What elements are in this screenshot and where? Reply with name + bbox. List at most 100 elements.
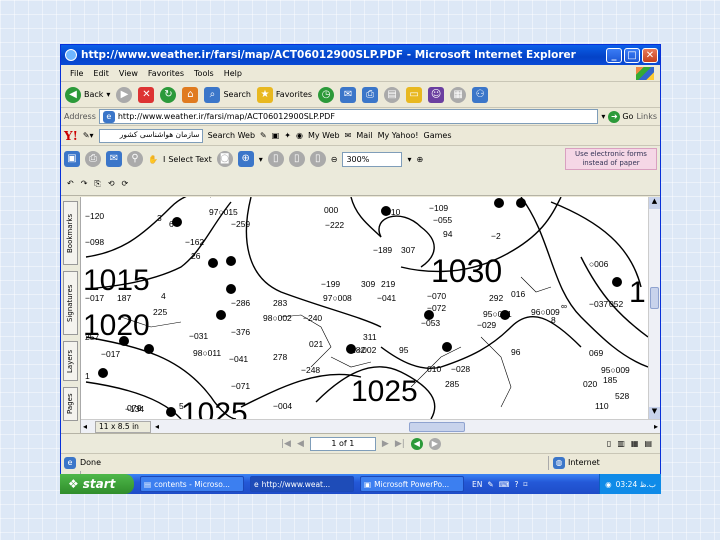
links-button[interactable]: Links xyxy=(636,112,657,121)
electronic-forms-banner[interactable]: Use electronic forms instead of paper xyxy=(565,148,657,170)
signatures-tab[interactable]: Signatures xyxy=(63,271,78,335)
pages-tab[interactable]: Pages xyxy=(63,387,78,421)
yahoo-mail-button[interactable]: Mail xyxy=(356,131,372,140)
horizontal-scroll-thumb[interactable] xyxy=(409,421,466,432)
powerpoint-icon: ▣ xyxy=(364,479,372,489)
home-button[interactable]: ⌂ xyxy=(182,86,199,103)
my-web-button[interactable]: My Web xyxy=(308,131,340,140)
scroll-up-button[interactable]: ▲ xyxy=(649,197,660,209)
pen-icon[interactable]: ✎ xyxy=(487,480,493,489)
copy-icon[interactable]: ⎘ xyxy=(94,179,100,189)
rotate-right-icon[interactable]: ⟳ xyxy=(122,179,129,188)
tray-icon[interactable]: ◉ xyxy=(605,480,612,489)
hand-tool-icon[interactable]: ✋ xyxy=(148,155,158,164)
menu-favorites[interactable]: Favorites xyxy=(143,69,189,78)
yahoo-messenger-button[interactable]: ☺ xyxy=(428,86,445,103)
language-indicator[interactable]: EN xyxy=(472,480,482,489)
select-text-button[interactable]: Ⅰ Select Text xyxy=(163,155,212,164)
vertical-scrollbar[interactable]: ▲ ▼ xyxy=(648,197,660,419)
back-dropdown-icon[interactable]: ▾ xyxy=(106,90,110,99)
yahoo-logo[interactable]: Y! xyxy=(64,129,78,143)
last-page-button[interactable]: ▶| xyxy=(395,439,405,449)
undo-icon[interactable]: ↶ xyxy=(67,179,74,188)
menu-view[interactable]: View xyxy=(114,69,143,78)
previous-page-button[interactable]: ◀ xyxy=(297,439,304,449)
email-icon[interactable]: ✉ xyxy=(106,151,122,167)
next-page-button[interactable]: ▶ xyxy=(382,439,389,449)
single-page-icon[interactable]: ▯ xyxy=(607,439,611,448)
zoom-level-input[interactable]: 300% xyxy=(342,151,403,167)
refresh-button[interactable]: ↻ xyxy=(160,86,177,103)
redo-icon[interactable]: ↷ xyxy=(81,179,88,188)
horizontal-scrollbar[interactable]: ◂ 11 x 8.5 in ◂ ▸ xyxy=(81,419,660,433)
scroll-thumb[interactable] xyxy=(650,287,659,309)
pencil-icon[interactable]: ✎▾ xyxy=(83,131,94,140)
menu-help[interactable]: Help xyxy=(219,69,247,78)
folder-button[interactable]: ▭ xyxy=(406,86,423,103)
edit-button[interactable]: ▤ xyxy=(384,86,401,103)
page-number-input[interactable]: 1 of 1 xyxy=(309,436,376,451)
address-input[interactable]: e http://www.weather.ir/farsi/map/ACT060… xyxy=(98,109,599,124)
keyboard-icon[interactable]: ⌨ xyxy=(499,480,510,489)
stop-button[interactable]: ✕ xyxy=(138,86,155,103)
scroll-down-button[interactable]: ▼ xyxy=(649,407,660,419)
layers-tab[interactable]: Layers xyxy=(63,341,78,381)
search-button[interactable]: ⌕ Search xyxy=(204,86,251,103)
back-button[interactable]: ◀ Back ▾ xyxy=(65,86,110,103)
bookmark-icon[interactable]: ✦ xyxy=(284,131,291,140)
scroll-left-arrow-icon[interactable]: ◂ xyxy=(155,422,159,431)
zoom-in-plus-icon[interactable]: ⊕ xyxy=(416,155,423,164)
scroll-left-button[interactable]: ◂ xyxy=(83,422,87,431)
rotate-icon[interactable]: ⟲ xyxy=(108,179,115,188)
zoom-out-icon[interactable]: ⊖ xyxy=(331,155,338,164)
print-button[interactable]: ⎙ xyxy=(362,86,379,103)
yahoo-y-icon[interactable]: ◉ xyxy=(296,131,303,140)
taskbar-item-powerpoint[interactable]: ▣ Microsoft PowerPo... xyxy=(360,476,464,492)
messenger-button[interactable]: ⚇ xyxy=(472,86,489,103)
close-button[interactable]: ✕ xyxy=(642,47,658,63)
fit-width-icon[interactable]: ▯ xyxy=(309,151,326,167)
save-icon[interactable]: ▣ xyxy=(64,151,80,167)
bookmarks-tab[interactable]: Bookmarks xyxy=(63,201,78,265)
games-button[interactable]: Games xyxy=(424,131,452,140)
yahoo-search-web-button[interactable]: Search Web xyxy=(208,131,255,140)
maximize-button[interactable]: □ xyxy=(624,47,640,63)
ime-icon[interactable]: ⌑ xyxy=(523,480,527,489)
zoom-level-dropdown-icon[interactable]: ▾ xyxy=(407,155,411,164)
minimize-button[interactable]: _ xyxy=(606,47,622,63)
zoom-tool-dropdown-icon[interactable]: ▾ xyxy=(259,155,263,164)
go-button[interactable]: ➜ Go xyxy=(608,110,633,123)
first-page-button[interactable]: |◀ xyxy=(281,439,291,449)
facing-icon[interactable]: ▦ xyxy=(631,439,639,448)
find-icon[interactable]: ⚲ xyxy=(127,151,143,167)
menu-file[interactable]: File xyxy=(65,69,88,78)
continuous-facing-icon[interactable]: ▤ xyxy=(644,439,652,448)
start-button[interactable]: ❖ start xyxy=(60,474,134,494)
yahoo-search-input[interactable]: سازمان هواشناسی کشور xyxy=(98,128,203,143)
actual-size-icon[interactable]: ▯ xyxy=(267,151,284,167)
menu-tools[interactable]: Tools xyxy=(189,69,219,78)
address-dropdown-icon[interactable]: ▾ xyxy=(601,112,605,121)
research-button[interactable]: ▦ xyxy=(450,86,467,103)
snapshot-icon[interactable]: ◙ xyxy=(216,151,233,167)
taskbar-item-ie[interactable]: e http://www.weat... xyxy=(250,476,354,492)
highlight-icon[interactable]: ✎ xyxy=(260,131,267,140)
help-icon[interactable]: ? xyxy=(514,480,518,489)
previous-view-button[interactable]: ◀ xyxy=(410,437,423,450)
scroll-right-button[interactable]: ▸ xyxy=(654,422,658,431)
fit-page-icon[interactable]: ▯ xyxy=(288,151,305,167)
menu-edit[interactable]: Edit xyxy=(88,69,114,78)
zoom-in-icon[interactable]: ⊕ xyxy=(237,151,254,167)
continuous-icon[interactable]: ▥ xyxy=(617,439,625,448)
taskbar-item-contents[interactable]: ▤ contents - Microso... xyxy=(140,476,244,492)
mail-button[interactable]: ✉ xyxy=(340,86,357,103)
popup-blocker-icon[interactable]: ▣ xyxy=(272,131,280,140)
forward-button[interactable]: ▶ xyxy=(116,86,133,103)
my-yahoo-button[interactable]: My Yahoo! xyxy=(378,131,419,140)
print-icon[interactable]: ⎙ xyxy=(85,151,101,167)
favorites-button[interactable]: ★ Favorites xyxy=(256,86,312,103)
station-label: 225 xyxy=(153,307,167,317)
next-view-button[interactable]: ▶ xyxy=(428,437,441,450)
title-bar[interactable]: http://www.weather.ir/farsi/map/ACT06012… xyxy=(61,45,660,65)
history-button[interactable]: ◷ xyxy=(318,86,335,103)
